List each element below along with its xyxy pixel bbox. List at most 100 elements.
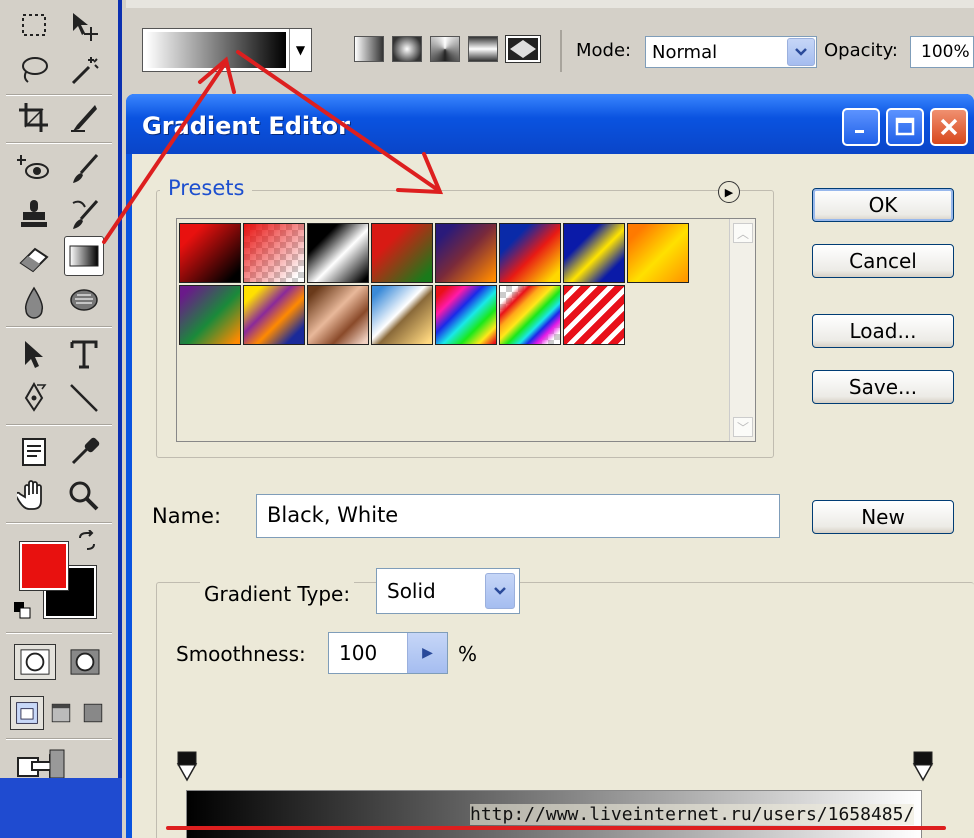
- chevron-right-icon[interactable]: ▶: [407, 633, 447, 673]
- scroll-down-icon[interactable]: ﹀: [733, 417, 753, 437]
- dialog-body: Presets ▶ ︿ ﹀ OK Cancel Load... Save... …: [132, 154, 974, 838]
- gradient-type-label: Gradient Type:: [200, 582, 355, 606]
- taskbar-edge: [0, 778, 122, 838]
- preset-swatch-blue-yellow-blue[interactable]: [563, 223, 625, 283]
- default-colors-icon[interactable]: [12, 600, 34, 622]
- dodge-icon[interactable]: [64, 282, 104, 322]
- preset-swatch-blue-red-yellow[interactable]: [499, 223, 561, 283]
- dialog-title: Gradient Editor: [142, 112, 350, 140]
- history-brush-icon[interactable]: [64, 194, 104, 234]
- opacity-value: 100%: [921, 42, 970, 62]
- palette-separator: [6, 738, 112, 740]
- eyedropper-icon[interactable]: [64, 432, 104, 472]
- gradient-type-select[interactable]: Solid: [376, 568, 520, 614]
- linear-gradient-button[interactable]: [354, 36, 384, 62]
- move-icon[interactable]: [64, 6, 104, 46]
- chevron-down-icon[interactable]: [787, 38, 815, 66]
- menu-bar: [126, 0, 974, 8]
- hand-icon[interactable]: [14, 476, 54, 516]
- options-separator: [560, 30, 562, 72]
- gradient-picker[interactable]: ▼: [142, 28, 312, 72]
- preset-swatch-transparent-stripes[interactable]: [563, 285, 625, 345]
- palette-separator: [6, 94, 112, 96]
- gradient-editor-dialog: Gradient Editor Presets ▶ ︿ ﹀ OK Cancel …: [126, 94, 974, 838]
- mode-label: Mode:: [576, 40, 632, 61]
- angle-gradient-button[interactable]: [430, 36, 460, 62]
- presets-label: Presets: [160, 176, 253, 200]
- tool-palette: [0, 0, 122, 800]
- preset-swatch-violet-green-orange[interactable]: [179, 285, 241, 345]
- gradient-icon[interactable]: [64, 236, 104, 276]
- mode-value: Normal: [652, 42, 718, 63]
- standard-screen-icon[interactable]: [10, 696, 44, 730]
- mode-select[interactable]: Normal: [645, 36, 817, 68]
- healing-brush-icon[interactable]: [14, 148, 54, 188]
- brush-icon[interactable]: [64, 148, 104, 188]
- smoothness-field[interactable]: 100 ▶: [328, 632, 448, 674]
- radial-gradient-button[interactable]: [392, 36, 422, 62]
- opacity-label: Opacity:: [824, 40, 898, 61]
- name-field[interactable]: Black, White: [256, 494, 780, 538]
- smoothness-label: Smoothness:: [176, 642, 306, 666]
- gradient-preview[interactable]: [146, 32, 286, 68]
- marquee-icon[interactable]: [14, 6, 54, 46]
- line-icon[interactable]: [64, 378, 104, 418]
- clone-stamp-icon[interactable]: [14, 194, 54, 234]
- ok-button[interactable]: OK: [812, 188, 954, 222]
- load-button[interactable]: Load...: [812, 314, 954, 348]
- chevron-down-icon[interactable]: ▼: [289, 29, 311, 71]
- preset-swatch-yellow-violet-orange-blue[interactable]: [243, 285, 305, 345]
- preset-swatch-black-white[interactable]: [307, 223, 369, 283]
- path-select-icon[interactable]: [14, 334, 54, 374]
- play-icon[interactable]: ▶: [718, 181, 740, 203]
- preset-swatch-chrome[interactable]: [371, 285, 433, 345]
- maximize-icon[interactable]: [886, 108, 924, 146]
- diamond-gradient-button[interactable]: [505, 35, 541, 63]
- save-button[interactable]: Save...: [812, 370, 954, 404]
- watermark-url: http://www.liveinternet.ru/users/1658485…: [470, 804, 915, 825]
- close-icon[interactable]: [930, 108, 968, 146]
- lasso-icon[interactable]: [14, 50, 54, 90]
- palette-separator: [6, 424, 112, 426]
- swap-colors-icon[interactable]: [76, 530, 98, 552]
- opacity-field[interactable]: 100%: [910, 36, 974, 68]
- preset-swatch-orange-yellow-orange[interactable]: [627, 223, 689, 283]
- palette-separator: [6, 632, 112, 634]
- gradient-type-value: Solid: [387, 579, 436, 603]
- dialog-titlebar[interactable]: Gradient Editor: [126, 94, 974, 154]
- preset-swatch-violet-orange[interactable]: [435, 223, 497, 283]
- new-button[interactable]: New: [812, 500, 954, 534]
- opacity-stop-left-icon[interactable]: [176, 750, 198, 782]
- reflected-gradient-button[interactable]: [468, 36, 498, 62]
- notes-icon[interactable]: [14, 432, 54, 472]
- crop-icon[interactable]: [14, 98, 54, 138]
- preset-swatch-copper[interactable]: [307, 285, 369, 345]
- blur-icon[interactable]: [14, 282, 54, 322]
- zoom-icon[interactable]: [64, 476, 104, 516]
- foreground-color-swatch[interactable]: [19, 541, 69, 591]
- quick-mask-icon[interactable]: [64, 644, 106, 680]
- preset-swatch-transparent-rainbow[interactable]: [499, 285, 561, 345]
- full-screen-icon[interactable]: [78, 696, 108, 730]
- chevron-down-icon[interactable]: [485, 573, 515, 609]
- cancel-button[interactable]: Cancel: [812, 244, 954, 278]
- preset-swatch-foreground-to-background[interactable]: [179, 223, 241, 283]
- scroll-up-icon[interactable]: ︿: [733, 223, 753, 243]
- full-screen-menu-icon[interactable]: [46, 696, 76, 730]
- magic-wand-icon[interactable]: [64, 50, 104, 90]
- presets-list: ︿ ﹀: [176, 218, 756, 442]
- preset-swatch-red-green[interactable]: [371, 223, 433, 283]
- presets-scrollbar[interactable]: ︿ ﹀: [729, 219, 755, 441]
- smoothness-unit: %: [458, 642, 478, 666]
- preset-swatch-spectrum[interactable]: [435, 285, 497, 345]
- opacity-stop-right-icon[interactable]: [912, 750, 934, 782]
- slice-icon[interactable]: [64, 98, 104, 138]
- minimize-icon[interactable]: [842, 108, 880, 146]
- standard-mode-icon[interactable]: [14, 644, 56, 680]
- pen-icon[interactable]: [14, 378, 54, 418]
- eraser-icon[interactable]: [14, 238, 54, 278]
- preset-swatch-foreground-to-transparent[interactable]: [243, 223, 305, 283]
- palette-separator: [6, 142, 112, 144]
- type-icon[interactable]: [64, 334, 104, 374]
- smoothness-value: 100: [339, 641, 378, 665]
